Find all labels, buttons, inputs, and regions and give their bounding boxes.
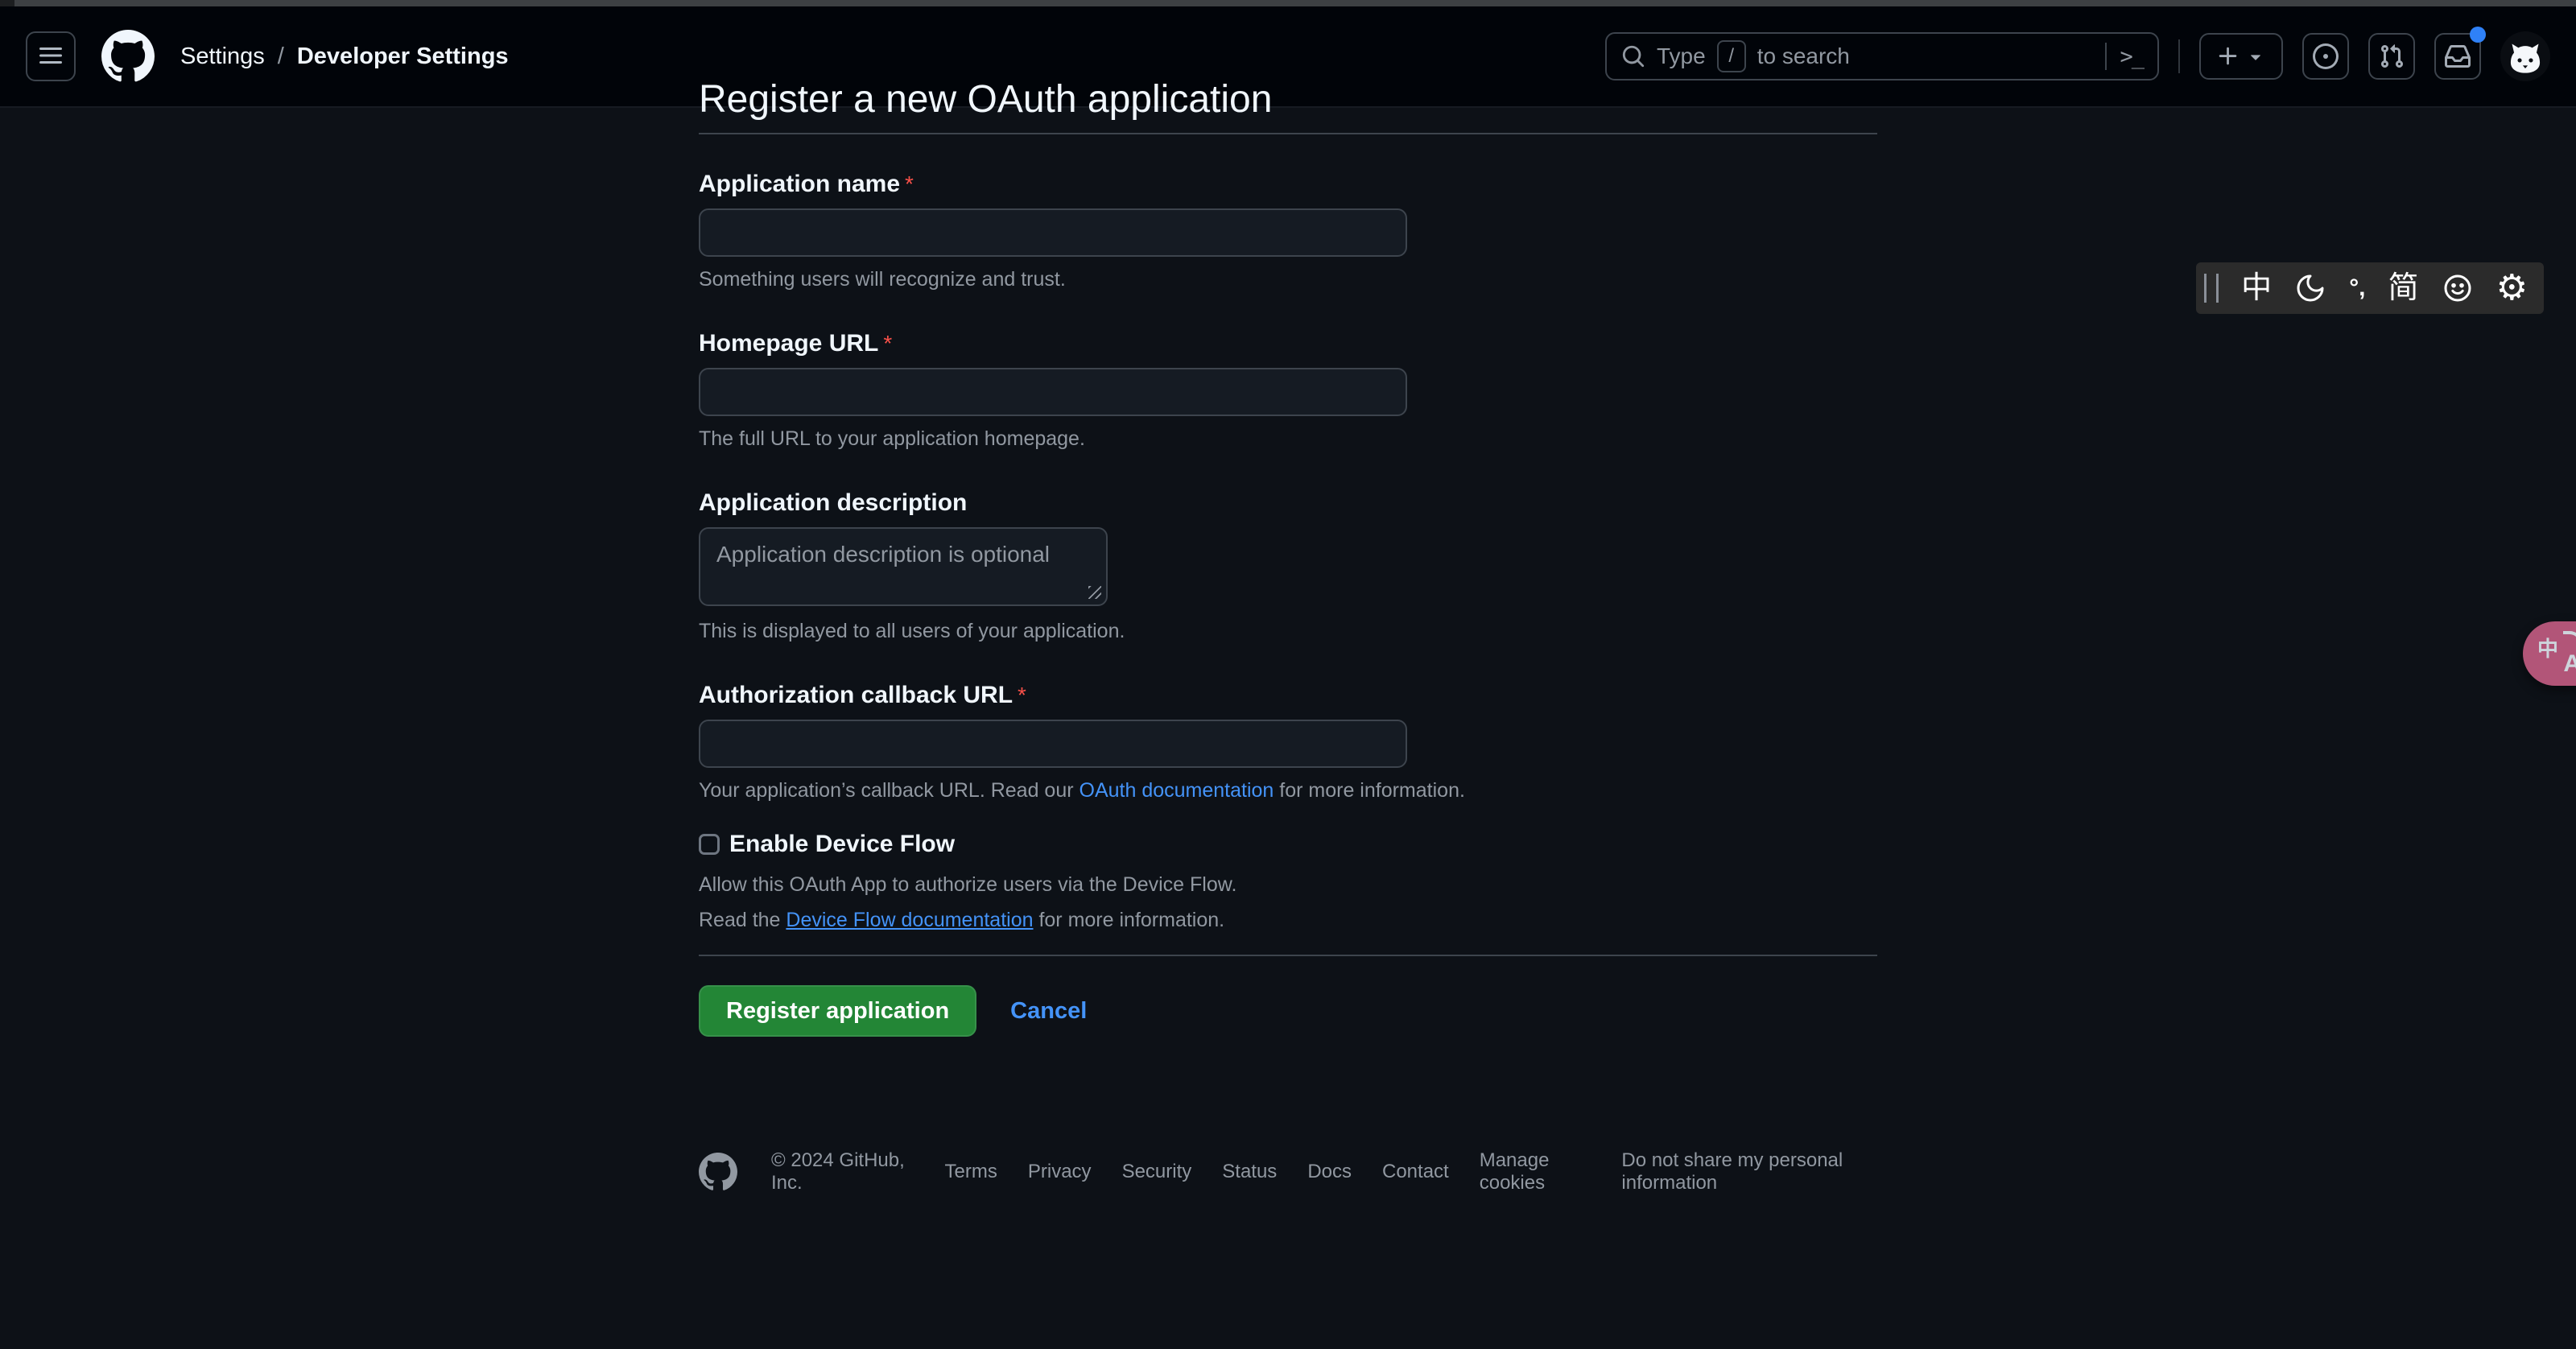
breadcrumb: Settings / Developer Settings (180, 43, 509, 70)
homepage-url-label-text: Homepage URL (699, 330, 878, 357)
inbox-icon (2445, 43, 2471, 69)
hamburger-icon (38, 43, 64, 71)
footer-link-contact[interactable]: Contact (1382, 1161, 1449, 1183)
application-name-label-text: Application name (699, 171, 900, 197)
application-name-label: Application name* (699, 170, 1877, 199)
footer-link-status[interactable]: Status (1222, 1161, 1277, 1183)
enable-device-flow-label[interactable]: Enable Device Flow (729, 831, 955, 858)
footer-link-security[interactable]: Security (1122, 1161, 1192, 1183)
homepage-url-note: The full URL to your application homepag… (699, 426, 1877, 452)
callback-url-note: Your application’s callback URL. Read ou… (699, 778, 1877, 803)
required-asterisk: * (1018, 683, 1026, 708)
callback-url-label: Authorization callback URL* (699, 681, 1877, 710)
device-flow-row: Enable Device Flow (699, 831, 1877, 858)
callback-note-suffix: for more information. (1274, 779, 1465, 802)
application-description-textarea[interactable] (699, 527, 1108, 606)
git-pull-request-icon (2379, 43, 2405, 69)
translate-floating-button[interactable]: 中 A (2523, 621, 2576, 686)
form-bottom-divider (699, 955, 1877, 956)
footer-link-do-not-share[interactable]: Do not share my personal information (1621, 1149, 1877, 1194)
github-logo-icon[interactable] (101, 30, 155, 83)
application-description-note: This is displayed to all users of your a… (699, 618, 1877, 644)
main-content: Register a new OAuth application Applica… (699, 0, 1877, 1194)
simplified-chinese-icon[interactable]: 简 (2388, 273, 2419, 303)
device-flow-documentation-link[interactable]: Device Flow documentation (786, 909, 1033, 931)
footer-link-terms[interactable]: Terms (945, 1161, 997, 1183)
drag-handle-icon[interactable] (2204, 274, 2219, 303)
inbox-wrap (2434, 33, 2481, 80)
application-name-group: Application name* Something users will r… (699, 170, 1877, 292)
chinese-translate-icon[interactable]: 中 (2241, 273, 2272, 303)
title-divider (699, 133, 1877, 134)
enable-device-flow-checkbox[interactable] (699, 834, 720, 855)
hamburger-menu-button[interactable] (26, 31, 76, 81)
device-flow-note-1: Allow this OAuth App to authorize users … (699, 871, 1877, 898)
callback-url-label-text: Authorization callback URL (699, 682, 1013, 708)
breadcrumb-settings-link[interactable]: Settings (180, 43, 265, 70)
homepage-url-label: Homepage URL* (699, 329, 1877, 358)
form-actions: Register application Cancel (699, 985, 1877, 1037)
footer-link-privacy[interactable]: Privacy (1028, 1161, 1092, 1183)
window-edge-notch (0, 0, 14, 6)
search-right-group: >_ (2105, 43, 2143, 70)
footer-link-docs[interactable]: Docs (1307, 1161, 1352, 1183)
translate-icon-zh: 中 (2537, 633, 2558, 662)
pinyin-annotation-icon[interactable]: °, (2349, 276, 2365, 300)
application-description-label: Application description (699, 489, 1877, 518)
pull-requests-button[interactable] (2368, 33, 2415, 80)
description-textarea-wrap (699, 527, 1108, 610)
callback-url-input[interactable] (699, 720, 1407, 768)
breadcrumb-separator: / (278, 43, 284, 70)
application-name-input[interactable] (699, 208, 1407, 257)
user-avatar[interactable] (2500, 31, 2550, 81)
homepage-url-group: Homepage URL* The full URL to your appli… (699, 329, 1877, 452)
header-divider (2178, 39, 2180, 73)
translate-icon-latin: A (2563, 650, 2576, 678)
oauth-register-page: Settings / Developer Settings Type / to … (0, 0, 2576, 1349)
required-asterisk: * (883, 331, 892, 356)
plus-icon (2216, 44, 2240, 68)
footer: © 2024 GitHub, Inc. Terms Privacy Securi… (699, 1149, 1877, 1194)
device-flow-note2-prefix: Read the (699, 909, 786, 931)
issues-button[interactable] (2302, 33, 2349, 80)
breadcrumb-current: Developer Settings (297, 43, 509, 70)
command-palette-icon[interactable]: >_ (2120, 44, 2143, 69)
application-description-group: Application description This is displaye… (699, 489, 1877, 644)
extension-toolbar[interactable]: 中 °, 简 ⚙ (2196, 262, 2544, 314)
callback-url-group: Authorization callback URL* Your applica… (699, 681, 1877, 803)
device-flow-note-2: Read the Device Flow documentation for m… (699, 906, 1877, 934)
register-application-button[interactable]: Register application (699, 985, 976, 1037)
translate-icon-arc (2563, 631, 2576, 650)
cancel-link[interactable]: Cancel (1010, 998, 1087, 1025)
footer-copyright: © 2024 GitHub, Inc. (771, 1149, 906, 1194)
application-name-note: Something users will recognize and trust… (699, 266, 1877, 292)
footer-link-manage-cookies[interactable]: Manage cookies (1480, 1149, 1591, 1194)
homepage-url-input[interactable] (699, 368, 1407, 416)
application-description-label-text: Application description (699, 489, 967, 516)
device-flow-note2-suffix: for more information. (1034, 909, 1225, 931)
chevron-down-icon (2245, 46, 2266, 67)
footer-github-logo-icon (699, 1153, 737, 1191)
required-asterisk: * (905, 171, 914, 196)
translate-icon: 中 A (2537, 633, 2576, 674)
oauth-documentation-link[interactable]: OAuth documentation (1080, 779, 1274, 802)
unread-notification-dot (2470, 27, 2486, 43)
search-divider (2105, 43, 2107, 70)
gear-icon[interactable]: ⚙ (2496, 270, 2528, 306)
dark-mode-moon-icon[interactable] (2294, 272, 2326, 304)
issue-opened-icon (2313, 43, 2339, 69)
callback-note-prefix: Your application’s callback URL. Read ou… (699, 779, 1080, 802)
smiley-icon[interactable] (2442, 272, 2474, 304)
create-new-button[interactable] (2199, 33, 2283, 80)
page-title: Register a new OAuth application (699, 77, 1877, 122)
